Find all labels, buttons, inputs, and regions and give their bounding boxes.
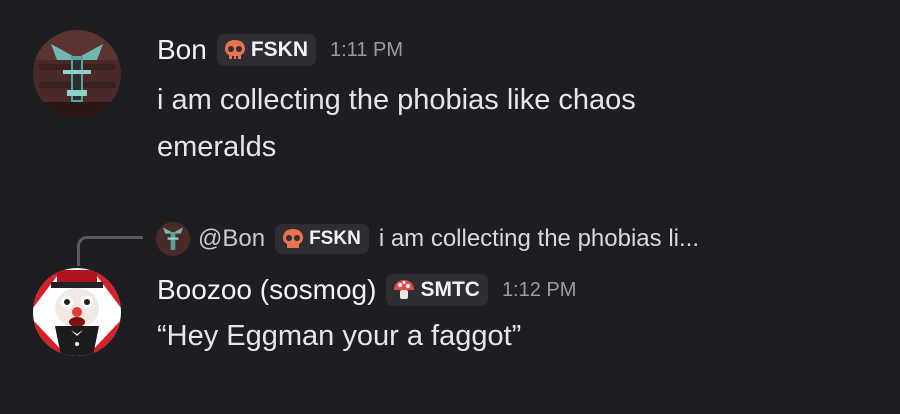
username[interactable]: Boozoo (sosmog) <box>157 274 376 306</box>
chat-log: Bon FSKN 1:11 PM i am collecting the pho… <box>0 0 900 414</box>
reply-text: i am collecting the phobias li... <box>378 225 699 252</box>
tag-label: FSKN <box>250 38 308 61</box>
message-line: “Hey Eggman your a faggot” <box>157 320 522 352</box>
timestamp: 1:11 PM <box>330 38 403 61</box>
timestamp: 1:12 PM <box>501 278 577 301</box>
server-tag[interactable]: FSKN <box>216 34 316 66</box>
message-line: i am collecting the phobias like chaos <box>157 84 636 116</box>
tag-label: FSKN <box>309 228 361 249</box>
avatar[interactable] <box>33 268 121 356</box>
reply-server-tag[interactable]: FSKN <box>275 224 369 254</box>
mushroom-icon <box>392 279 416 301</box>
reply-author[interactable]: @Bon <box>198 225 265 253</box>
skull-icon <box>281 228 305 250</box>
avatar[interactable] <box>33 30 121 118</box>
message-header: Bon FSKN 1:11 PM <box>157 30 403 70</box>
message-line: emeralds <box>157 131 277 163</box>
reply-avatar <box>156 222 190 256</box>
message-content: “Hey Eggman your a faggot” <box>157 313 521 360</box>
skull-icon <box>223 39 247 61</box>
reply-preview[interactable]: @Bon FSKN i am collecting the phobias li… <box>156 219 699 259</box>
reply-spine <box>77 236 143 266</box>
message-header: Boozoo (sosmog) SMTC 1:12 PM <box>157 270 576 310</box>
server-tag[interactable]: SMTC <box>386 274 488 306</box>
tag-label: SMTC <box>420 278 480 301</box>
message-content: i am collecting the phobias like chaos e… <box>157 77 636 171</box>
username[interactable]: Bon <box>157 34 207 66</box>
